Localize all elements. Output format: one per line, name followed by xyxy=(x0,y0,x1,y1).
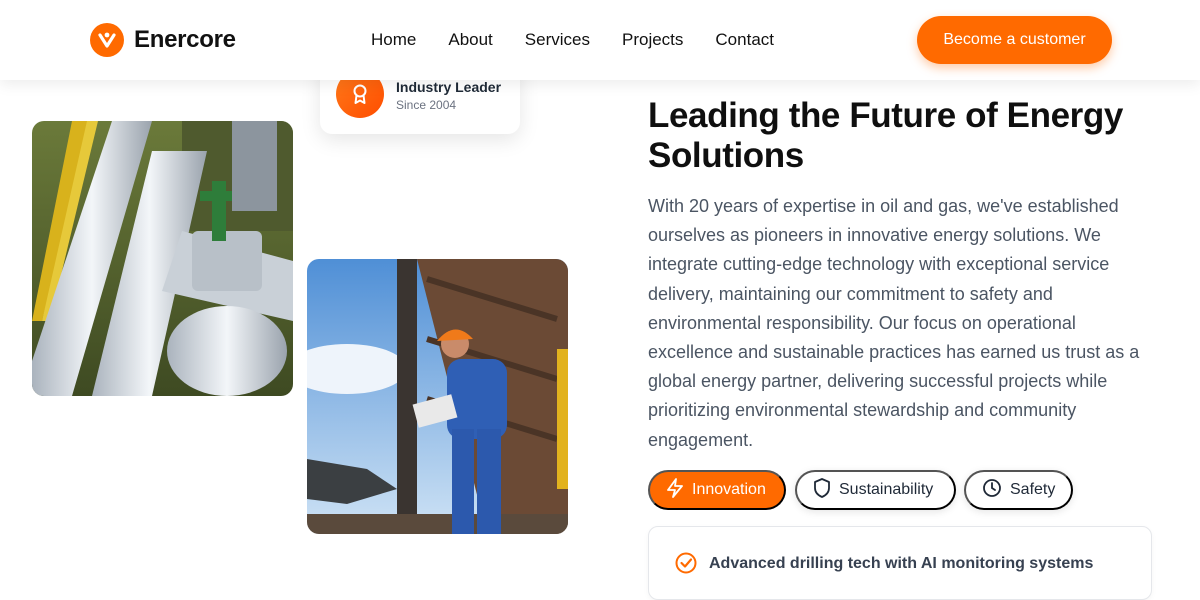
badge-subtitle: Since 2004 xyxy=(396,98,457,112)
feature-card: Advanced drilling tech with AI monitorin… xyxy=(648,526,1152,600)
tab-safety-label: Safety xyxy=(1010,481,1056,498)
nav-link-about[interactable]: About xyxy=(448,30,492,50)
brand-name: Enercore xyxy=(134,26,236,53)
tab-innovation-label: Innovation xyxy=(692,481,766,498)
enercore-logo-icon xyxy=(90,23,124,57)
badge-title: Industry Leader xyxy=(396,79,502,95)
brand-logo-link[interactable]: Enercore xyxy=(90,22,236,58)
feature-text: Advanced drilling tech with AI monitorin… xyxy=(709,555,1094,572)
tab-sustainability-label: Sustainability xyxy=(839,481,934,498)
clock-icon xyxy=(982,478,1002,503)
check-circle-icon xyxy=(675,552,697,574)
nav-link-projects[interactable]: Projects xyxy=(622,30,683,50)
become-customer-button[interactable]: Become a customer xyxy=(917,16,1112,64)
tab-safety[interactable]: Safety xyxy=(964,470,1073,510)
shield-icon xyxy=(813,477,831,503)
pipeline-photo xyxy=(32,121,293,396)
tab-innovation[interactable]: Innovation xyxy=(648,470,786,510)
worker-photo xyxy=(307,259,568,534)
nav-link-services[interactable]: Services xyxy=(525,30,590,50)
tab-sustainability[interactable]: Sustainability xyxy=(795,470,956,510)
main-menu: Home About Services Projects Contact xyxy=(371,30,774,50)
nav-link-home[interactable]: Home xyxy=(371,30,416,50)
lightning-icon xyxy=(666,477,684,503)
hero-paragraph: With 20 years of expertise in oil and ga… xyxy=(648,196,1140,450)
nav-link-contact[interactable]: Contact xyxy=(715,30,774,50)
top-navbar: Enercore Home About Services Projects Co… xyxy=(0,0,1200,80)
hero-headline: Leading the Future of Energy Solutions xyxy=(648,96,1123,175)
